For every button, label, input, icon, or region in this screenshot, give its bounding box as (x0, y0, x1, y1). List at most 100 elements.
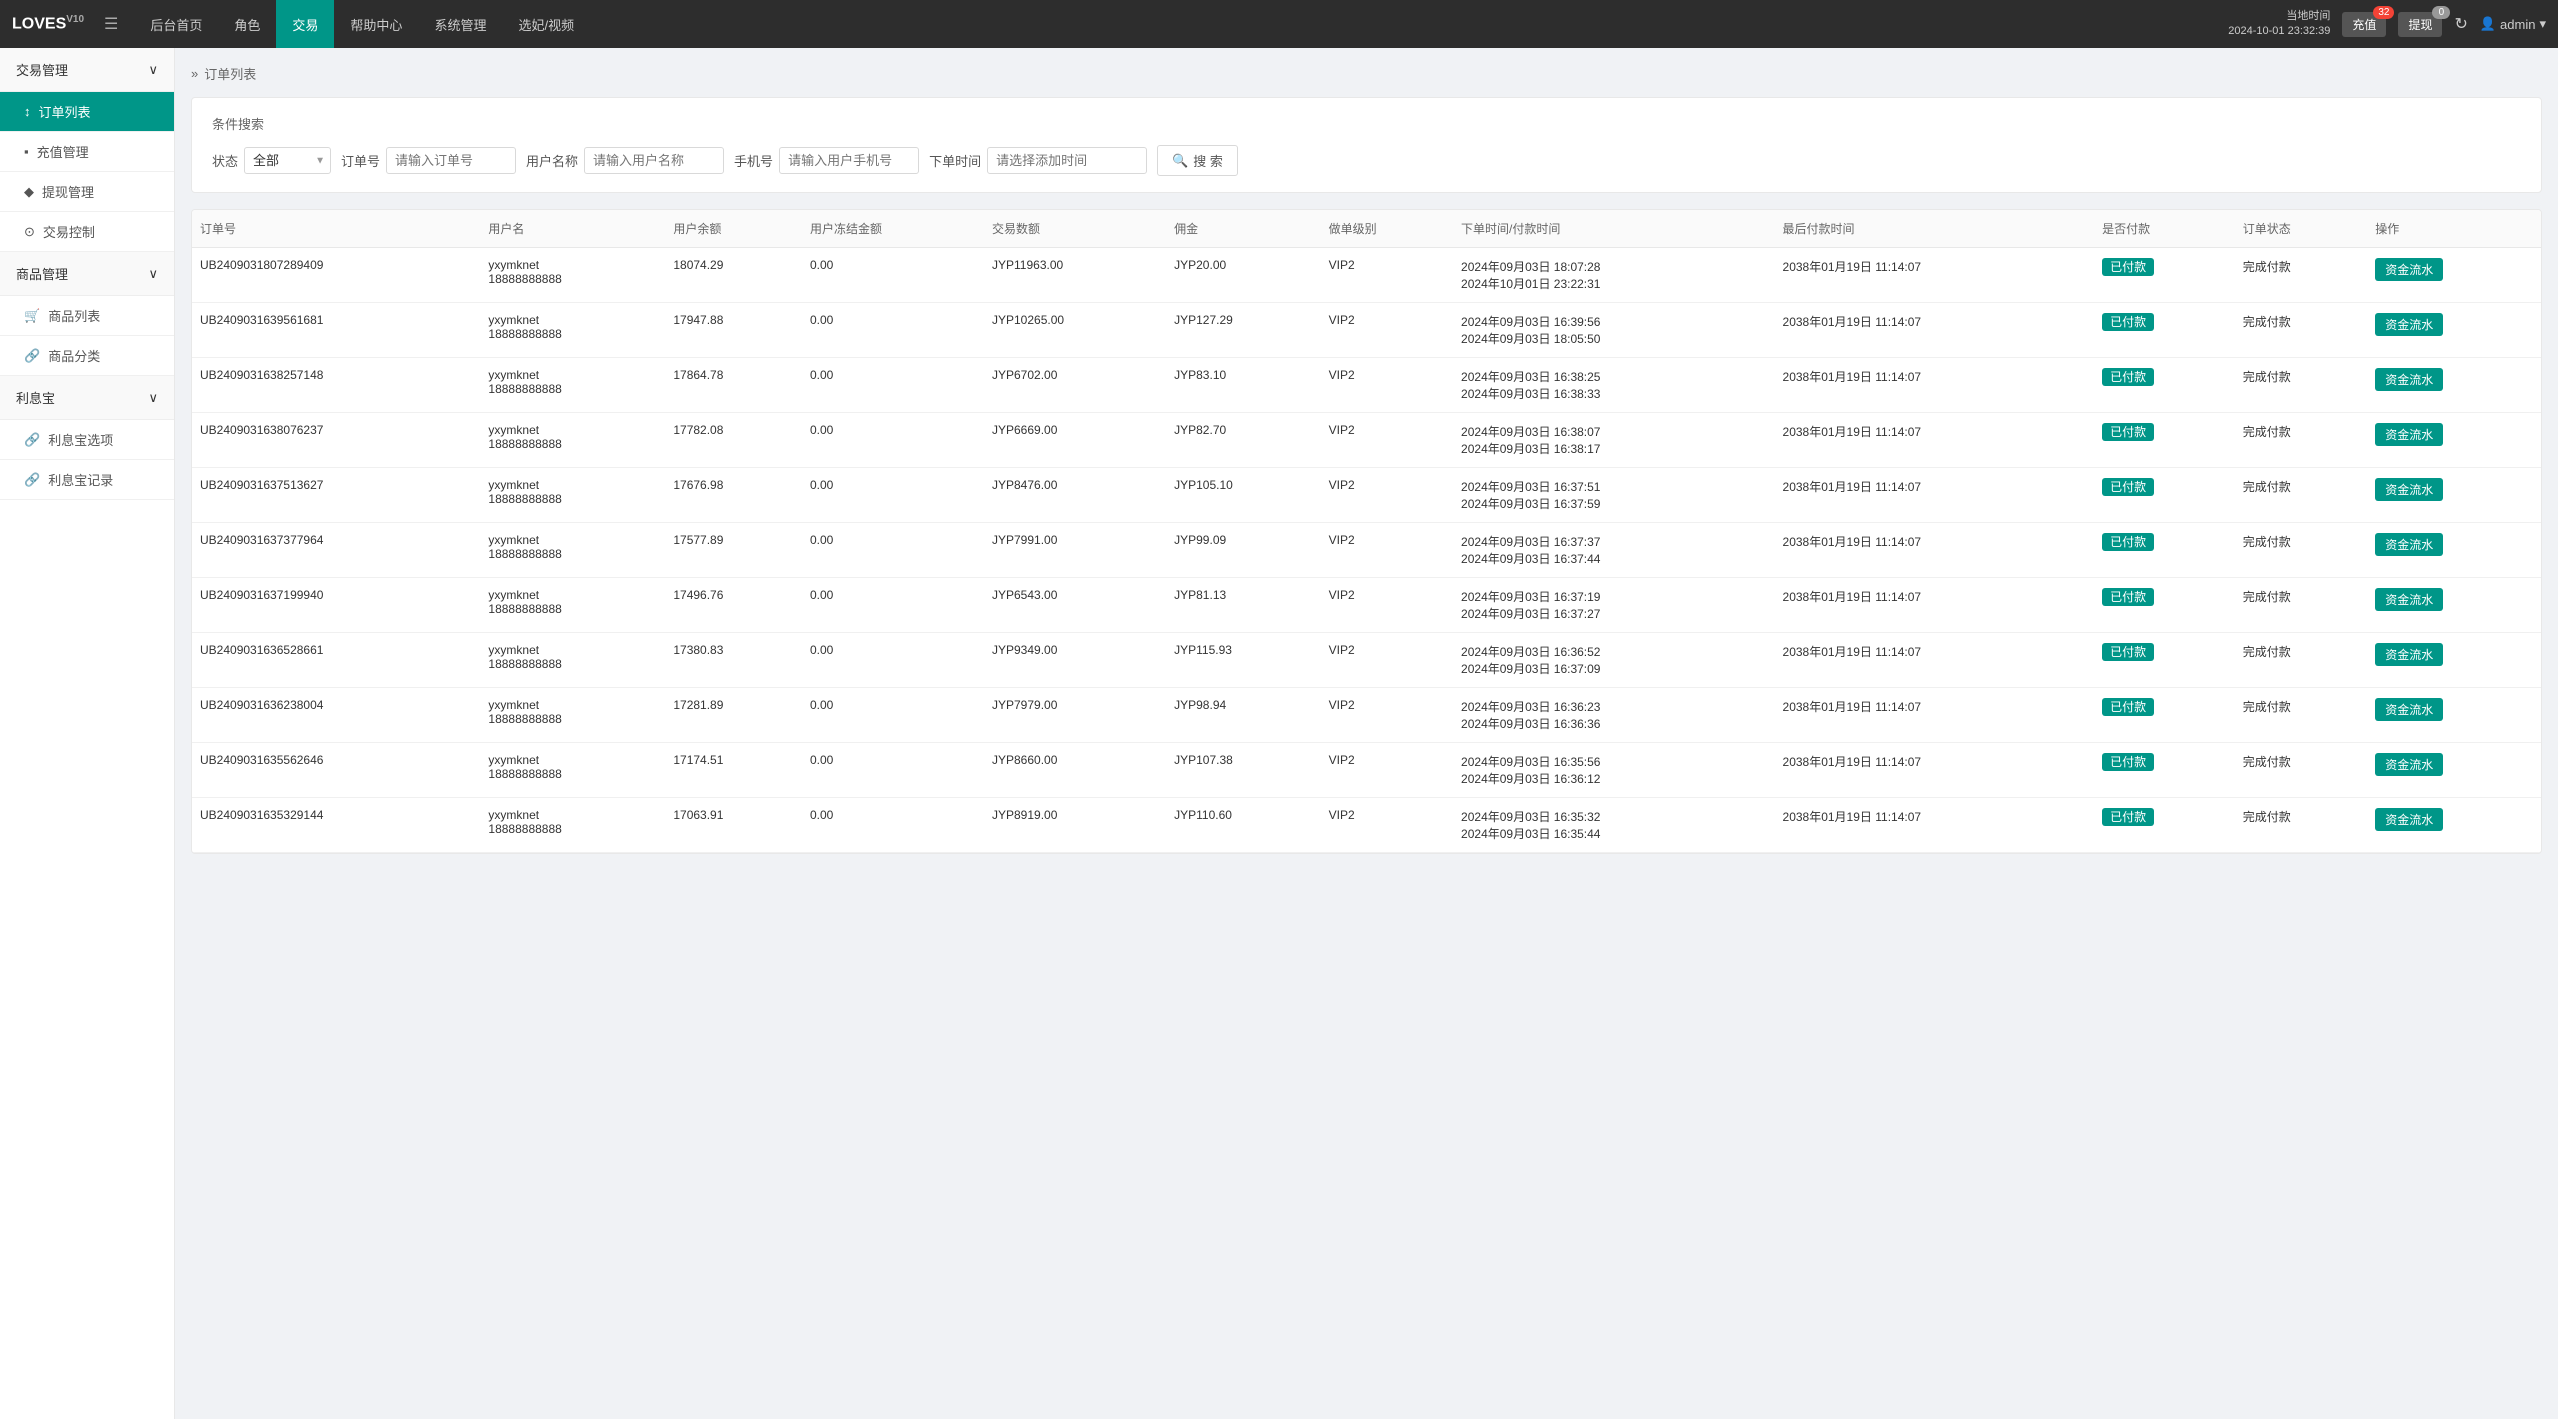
orders-icon: ↕ (24, 104, 31, 119)
refresh-icon[interactable]: ↻ (2454, 14, 2467, 34)
cell-action[interactable]: 资金流水 (2367, 743, 2541, 798)
flow-button[interactable]: 资金流水 (2375, 588, 2443, 611)
sidebar-group-trade[interactable]: 交易管理 ∨ (0, 48, 174, 92)
orders-table: 订单号 用户名 用户余额 用户冻结金额 交易数额 佣金 做单级别 下单时间/付款… (192, 210, 2541, 853)
nav-item-home[interactable]: 后台首页 (134, 0, 218, 48)
cell-commission: JYP105.10 (1166, 468, 1321, 523)
sidebar-item-withdraw-label: 提现管理 (42, 182, 94, 201)
col-frozen: 用户冻结金额 (802, 210, 984, 248)
cell-frozen: 0.00 (802, 523, 984, 578)
nav-item-help[interactable]: 帮助中心 (334, 0, 418, 48)
withdraw-button[interactable]: 提现 0 (2398, 12, 2442, 37)
cell-last-pay-time: 2038年01月19日 11:14:07 (1775, 688, 2095, 743)
nav-item-video[interactable]: 选妃/视频 (502, 0, 590, 48)
nav-item-trade[interactable]: 交易 (276, 0, 334, 48)
cell-is-paid: 已付款 (2094, 633, 2235, 688)
layout: 交易管理 ∨ ↕ 订单列表 ▪ 充值管理 ◆ 提现管理 ⊙ 交易控制 商品管理 … (0, 48, 2558, 1419)
username-input[interactable] (584, 147, 724, 174)
sidebar-item-product-list[interactable]: 🛒 商品列表 (0, 296, 174, 336)
table-row: UB2409031638076237 yxymknet18888888888 1… (192, 413, 2541, 468)
col-username: 用户名 (480, 210, 665, 248)
cell-order-time: 2024年09月03日 16:39:562024年09月03日 18:05:50 (1453, 303, 1774, 358)
cell-last-pay-time: 2038年01月19日 11:14:07 (1775, 523, 2095, 578)
sidebar-item-trade-control[interactable]: ⊙ 交易控制 (0, 212, 174, 252)
cell-action[interactable]: 资金流水 (2367, 798, 2541, 853)
cell-trade-amount: JYP6543.00 (984, 578, 1166, 633)
recharge-icon: ▪ (24, 144, 29, 159)
sidebar-group-interest[interactable]: 利息宝 ∨ (0, 376, 174, 420)
cell-action[interactable]: 资金流水 (2367, 523, 2541, 578)
cell-level: VIP2 (1321, 798, 1453, 853)
phone-input[interactable] (779, 147, 919, 174)
cell-action[interactable]: 资金流水 (2367, 468, 2541, 523)
cell-action[interactable]: 资金流水 (2367, 633, 2541, 688)
col-trade-amount: 交易数额 (984, 210, 1166, 248)
sidebar-item-interest-records[interactable]: 🔗 利息宝记录 (0, 460, 174, 500)
flow-button[interactable]: 资金流水 (2375, 423, 2443, 446)
cell-username: yxymknet18888888888 (480, 523, 665, 578)
flow-button[interactable]: 资金流水 (2375, 368, 2443, 391)
table-row: UB2409031635562646 yxymknet18888888888 1… (192, 743, 2541, 798)
flow-button[interactable]: 资金流水 (2375, 258, 2443, 281)
table-row: UB2409031639561681 yxymknet18888888888 1… (192, 303, 2541, 358)
sidebar-item-withdraw[interactable]: ◆ 提现管理 (0, 172, 174, 212)
cell-last-pay-time: 2038年01月19日 11:14:07 (1775, 248, 2095, 303)
cell-trade-amount: JYP11963.00 (984, 248, 1166, 303)
flow-button[interactable]: 资金流水 (2375, 808, 2443, 831)
cell-action[interactable]: 资金流水 (2367, 578, 2541, 633)
flow-button[interactable]: 资金流水 (2375, 313, 2443, 336)
order-no-input[interactable] (386, 147, 516, 174)
status-field: 状态 全部 已付款 未付款 完成付款 (212, 147, 331, 174)
table-row: UB2409031637377964 yxymknet18888888888 1… (192, 523, 2541, 578)
flow-button[interactable]: 资金流水 (2375, 753, 2443, 776)
status-select[interactable]: 全部 已付款 未付款 完成付款 (244, 147, 331, 174)
cell-frozen: 0.00 (802, 303, 984, 358)
cell-is-paid: 已付款 (2094, 523, 2235, 578)
cell-status: 完成付款 (2235, 358, 2367, 413)
cell-action[interactable]: 资金流水 (2367, 688, 2541, 743)
order-time-label: 下单时间 (929, 151, 981, 170)
current-time: 当地时间 2024-10-01 23:32:39 (2228, 9, 2330, 40)
cell-trade-amount: JYP8919.00 (984, 798, 1166, 853)
navbar-right: 当地时间 2024-10-01 23:32:39 充值 32 提现 0 ↻ 👤 … (2228, 9, 2546, 40)
sidebar-group-product[interactable]: 商品管理 ∨ (0, 252, 174, 296)
cell-order-no: UB2409031639561681 (192, 303, 480, 358)
cell-order-no: UB2409031637199940 (192, 578, 480, 633)
cell-order-no: UB2409031637513627 (192, 468, 480, 523)
cell-username: yxymknet18888888888 (480, 358, 665, 413)
cell-commission: JYP115.93 (1166, 633, 1321, 688)
flow-button[interactable]: 资金流水 (2375, 643, 2443, 666)
navbar: LOVESV10 ☰ 后台首页 角色 交易 帮助中心 系统管理 选妃/视频 当地… (0, 0, 2558, 48)
cell-is-paid: 已付款 (2094, 798, 2235, 853)
cell-action[interactable]: 资金流水 (2367, 248, 2541, 303)
cell-frozen: 0.00 (802, 358, 984, 413)
cell-balance: 17496.76 (665, 578, 802, 633)
sidebar-item-product-category[interactable]: 🔗 商品分类 (0, 336, 174, 376)
sidebar-item-orders[interactable]: ↕ 订单列表 (0, 92, 174, 132)
flow-button[interactable]: 资金流水 (2375, 533, 2443, 556)
cell-balance: 17676.98 (665, 468, 802, 523)
sidebar-item-recharge[interactable]: ▪ 充值管理 (0, 132, 174, 172)
cell-last-pay-time: 2038年01月19日 11:14:07 (1775, 303, 2095, 358)
cell-last-pay-time: 2038年01月19日 11:14:07 (1775, 413, 2095, 468)
search-button[interactable]: 🔍 搜 索 (1157, 145, 1238, 176)
cell-trade-amount: JYP9349.00 (984, 633, 1166, 688)
cell-action[interactable]: 资金流水 (2367, 358, 2541, 413)
cell-action[interactable]: 资金流水 (2367, 413, 2541, 468)
flow-button[interactable]: 资金流水 (2375, 478, 2443, 501)
chevron-down-icon: ▾ (2539, 16, 2546, 32)
flow-button[interactable]: 资金流水 (2375, 698, 2443, 721)
table-row: UB2409031635329144 yxymknet18888888888 1… (192, 798, 2541, 853)
order-time-input[interactable] (987, 147, 1147, 174)
admin-menu[interactable]: 👤 admin ▾ (2480, 16, 2546, 32)
nav-item-system[interactable]: 系统管理 (418, 0, 502, 48)
phone-label: 手机号 (734, 151, 773, 170)
cell-commission: JYP83.10 (1166, 358, 1321, 413)
menu-toggle-icon[interactable]: ☰ (104, 14, 118, 34)
cell-action[interactable]: 资金流水 (2367, 303, 2541, 358)
sidebar-item-interest-options[interactable]: 🔗 利息宝选项 (0, 420, 174, 460)
recharge-button[interactable]: 充值 32 (2342, 12, 2386, 37)
col-order-time: 下单时间/付款时间 (1453, 210, 1774, 248)
nav-item-role[interactable]: 角色 (218, 0, 276, 48)
cell-status: 完成付款 (2235, 633, 2367, 688)
